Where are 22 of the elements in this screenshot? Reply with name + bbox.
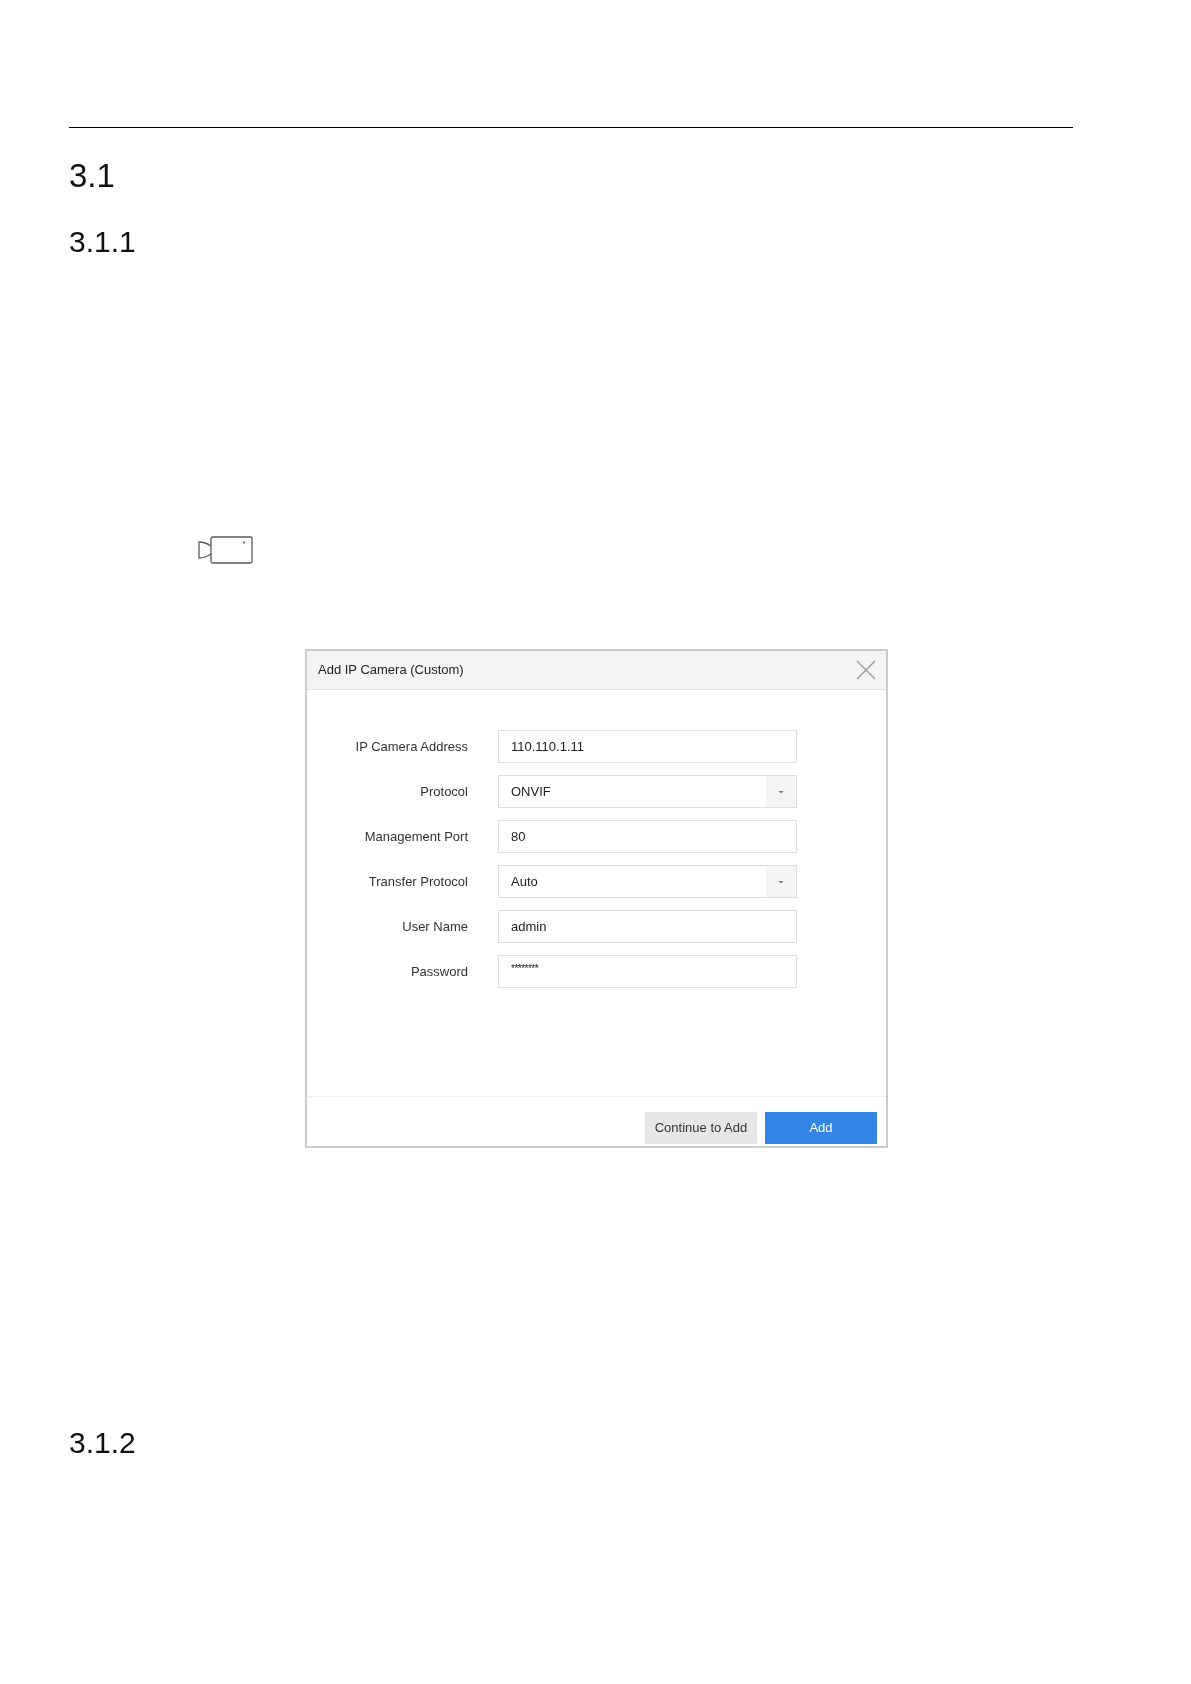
section-heading: 3.1: [69, 159, 115, 192]
password-field[interactable]: ********: [498, 955, 797, 988]
field-label: Management Port: [363, 827, 468, 846]
close-icon[interactable]: [856, 660, 876, 680]
continue-button[interactable]: Continue to Add: [645, 1112, 757, 1144]
dropdown[interactable]: ONVIF: [498, 775, 797, 808]
field-label: User Name: [401, 917, 468, 936]
field-label: Protocol: [419, 782, 468, 801]
text-field[interactable]: 80: [498, 820, 797, 853]
dropdown[interactable]: Auto: [498, 865, 797, 898]
caret-icon[interactable]: [766, 866, 796, 897]
field-label: Password: [409, 962, 468, 981]
subsection-heading: 3.1.2: [69, 1428, 136, 1458]
video-camera-icon: [198, 536, 253, 564]
text-field[interactable]: 110.110.1.11: [498, 730, 797, 763]
dialog-title: Add IP Camera (Custom): [318, 661, 464, 680]
text-field[interactable]: admin: [498, 910, 797, 943]
subsection-heading: 3.1.1: [69, 227, 136, 257]
field-label: IP Camera Address: [354, 737, 468, 756]
caret-icon[interactable]: [766, 776, 796, 807]
field-label: Transfer Protocol: [367, 872, 468, 891]
add-button[interactable]: Add: [765, 1112, 877, 1144]
